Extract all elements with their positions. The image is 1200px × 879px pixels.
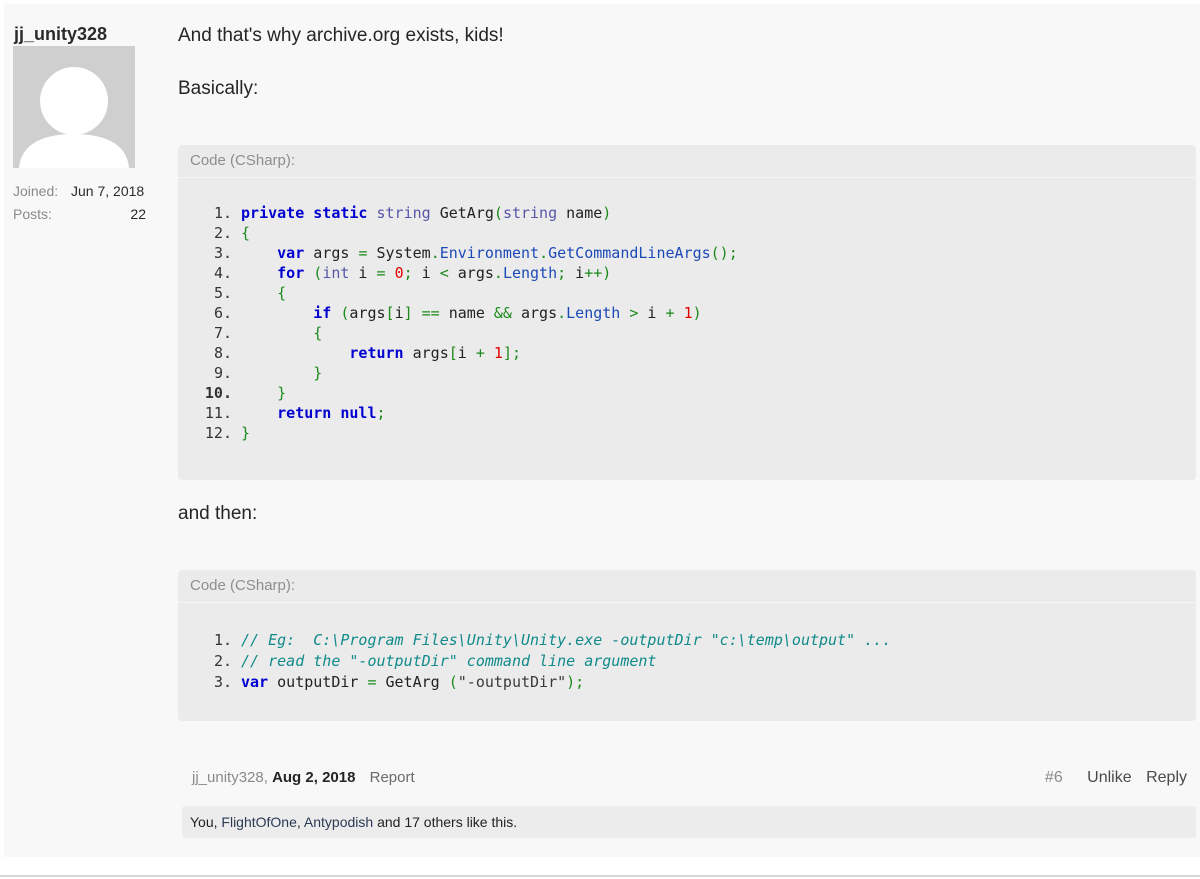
likes-prefix: You, <box>190 814 218 830</box>
liker-link[interactable]: FlightOfOne <box>221 814 296 830</box>
post-number-link[interactable]: #6 <box>1045 769 1063 786</box>
post-actions: #6 Unlike Reply <box>1045 769 1187 787</box>
line-number: 7. <box>213 324 232 342</box>
code-line: 4. for (int i = 0; i < args.Length; i++) <box>178 263 611 283</box>
line-number: 4. <box>213 264 232 282</box>
unlike-button[interactable]: Unlike <box>1087 769 1131 786</box>
code-line: 1. private static string GetArg(string n… <box>178 203 611 223</box>
code-line: 12. } <box>178 423 250 443</box>
line-number: 1. <box>213 631 232 649</box>
joined-value: Jun 7, 2018 <box>71 183 145 199</box>
posts-row: Posts: 22 <box>13 206 146 222</box>
likes-separator: , <box>296 814 301 830</box>
code-block-body: 1. private static string GetArg(string n… <box>178 178 1196 480</box>
code-line: 10. } <box>178 383 286 403</box>
joined-label: Joined: <box>13 183 59 199</box>
code-line: 2. // read the "-outputDir" command line… <box>178 651 657 671</box>
post-text-line: and then: <box>178 503 258 524</box>
line-number: 2. <box>213 224 232 242</box>
code-line: 7. { <box>178 323 322 343</box>
code-line: 5. { <box>178 283 286 303</box>
code-line: 1. // Eg: C:\Program Files\Unity\Unity.e… <box>178 630 891 650</box>
code-line: 9. } <box>178 363 322 383</box>
line-number: 12. <box>204 424 232 442</box>
default-avatar-icon <box>19 67 129 168</box>
line-number: 10. <box>204 384 232 402</box>
code-block-header: Code (CSharp): <box>178 145 1196 178</box>
code-line: 3. var args = System.Environment.GetComm… <box>178 243 738 263</box>
avatar[interactable] <box>13 46 135 168</box>
code-line: 3. var outputDir = GetArg ("-outputDir")… <box>178 672 584 692</box>
post-text-line: Basically: <box>178 78 259 99</box>
line-number: 11. <box>204 404 232 422</box>
code-line: 6. if (args[i] == name && args.Length > … <box>178 303 702 323</box>
reply-button[interactable]: Reply <box>1146 769 1187 786</box>
line-number: 5. <box>213 284 232 302</box>
likes-suffix[interactable]: and 17 others like this. <box>377 814 517 830</box>
line-number: 3. <box>213 673 232 691</box>
liker-link[interactable]: Antypodish <box>304 814 373 830</box>
post-divider <box>0 875 1200 877</box>
posts-value[interactable]: 22 <box>130 206 146 222</box>
likes-summary: You, FlightOfOne, Antypodish and 17 othe… <box>182 806 1196 838</box>
post-author-link[interactable]: jj_unity328, <box>192 769 268 786</box>
line-number: 2. <box>213 652 232 670</box>
posts-label: Posts: <box>13 206 52 222</box>
joined-row: Joined: Jun 7, 2018 <box>13 183 146 199</box>
code-line: 2. { <box>178 223 250 243</box>
post-date-link[interactable]: Aug 2, 2018 <box>272 769 355 786</box>
line-number: 3. <box>213 244 232 262</box>
post-meta: jj_unity328, Aug 2, 2018 Report <box>192 769 415 786</box>
code-line: 8. return args[i + 1]; <box>178 343 521 363</box>
code-block: Code (CSharp): 1. private static string … <box>178 145 1196 480</box>
code-block: Code (CSharp): 1. // Eg: C:\Program File… <box>178 570 1196 721</box>
username-link[interactable]: jj_unity328 <box>14 24 107 45</box>
line-number: 8. <box>213 344 232 362</box>
report-link[interactable]: Report <box>370 769 415 786</box>
code-block-header: Code (CSharp): <box>178 570 1196 603</box>
line-number: 9. <box>213 364 232 382</box>
code-line: 11. return null; <box>178 403 386 423</box>
code-block-body: 1. // Eg: C:\Program Files\Unity\Unity.e… <box>178 603 1196 721</box>
line-number: 6. <box>213 304 232 322</box>
line-number: 1. <box>213 204 232 222</box>
post-text-line: And that's why archive.org exists, kids! <box>178 25 504 46</box>
